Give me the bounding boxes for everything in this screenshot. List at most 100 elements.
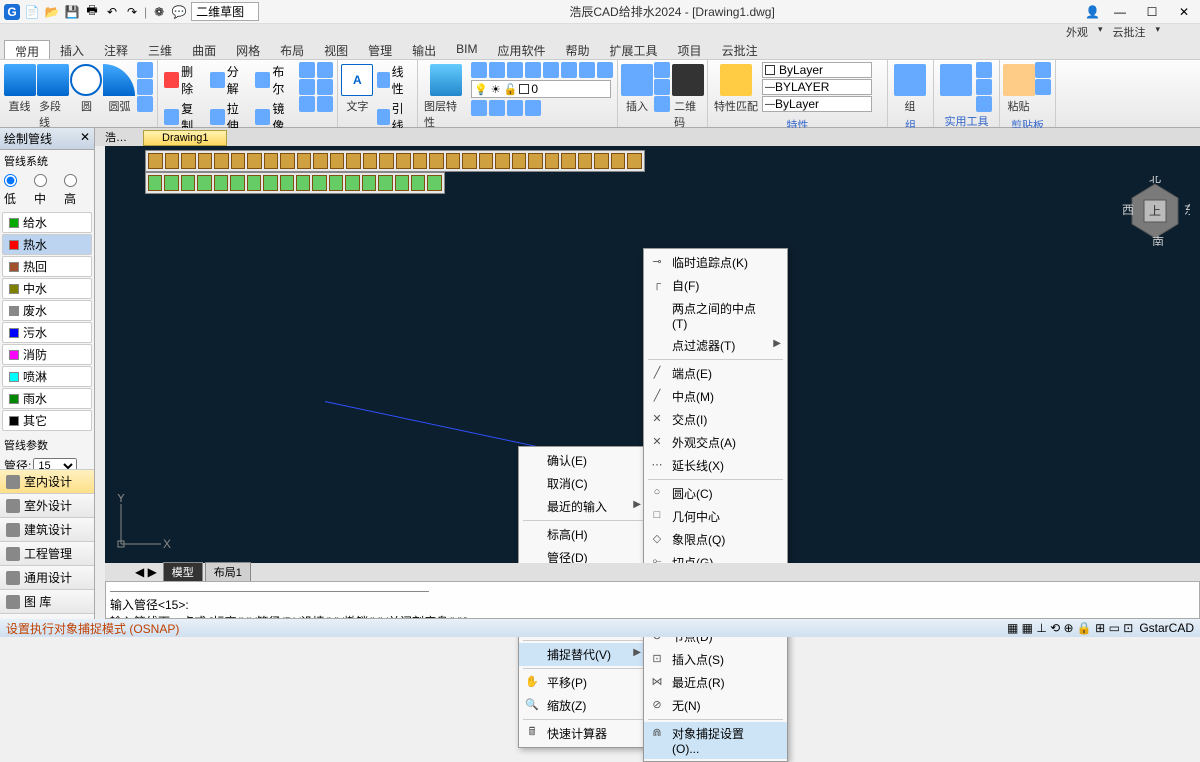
tool-icon[interactable] [545,153,560,169]
tool-icon[interactable] [231,153,246,169]
sn-geocen[interactable]: □几何中心 [644,505,787,528]
bool-button[interactable]: 布尔 [253,62,297,98]
bk1[interactable] [654,62,670,78]
pipe-item[interactable]: 中水 [2,278,92,299]
ribbon-tab-1[interactable]: 插入 [50,40,94,59]
tool-icon[interactable] [214,175,228,191]
ribbon-tab-4[interactable]: 曲面 [182,40,226,59]
ribbon-tab-13[interactable]: 扩展工具 [600,40,668,59]
tool-icon[interactable] [230,175,244,191]
nav-item[interactable]: 通用设计 [0,565,94,589]
ribbon-tab-6[interactable]: 布局 [270,40,314,59]
tool-icon[interactable] [181,153,196,169]
radio-mid[interactable]: 中 [34,174,60,207]
nav-item[interactable]: 图 库 [0,589,94,613]
linear-dim[interactable]: 线性 [375,62,413,98]
cm-recent[interactable]: 最近的输入▶ [519,495,647,518]
print-icon[interactable]: 🖶 [84,4,100,20]
tool-icon[interactable] [164,175,178,191]
tool-icon[interactable] [578,153,593,169]
tool-icon[interactable] [495,153,510,169]
ly5[interactable] [543,62,559,78]
doc-tab[interactable]: Drawing1 [143,130,227,146]
ribbon-tab-15[interactable]: 云批注 [712,40,768,59]
tool-icon[interactable] [363,153,378,169]
undo-icon[interactable]: ↶ [104,4,120,20]
layer-ico[interactable]: ❁ [151,4,167,20]
erase-button[interactable]: 删除 [162,62,206,98]
linetype-combo[interactable]: — ByLayer [762,96,872,112]
sn-end[interactable]: ╱端点(E) [644,362,787,385]
sn-mid[interactable]: ╱中点(M) [644,385,787,408]
tool-icon[interactable] [214,153,229,169]
nav-item[interactable]: 工程管理 [0,541,94,565]
sn-near[interactable]: ⋈最近点(R) [644,671,787,694]
user-icon[interactable]: 👤 [1085,5,1100,19]
tool-icon[interactable] [247,153,262,169]
tool-icon[interactable] [479,153,494,169]
nav-item[interactable]: 室内设计 [0,469,94,493]
panel-close-icon[interactable]: ✕ [80,130,90,147]
workspace-combo[interactable]: 二维草图 [191,2,259,21]
m1[interactable] [299,62,315,78]
model-tab[interactable]: 模型 [163,562,203,582]
ly4[interactable] [525,62,541,78]
tool-icon[interactable] [280,175,294,191]
tool-icon[interactable] [198,153,213,169]
polyline-button[interactable]: 多段线 [37,62,69,132]
chat-icon[interactable]: 💬 [171,4,187,20]
tool-icon[interactable] [427,175,441,191]
tool-icon[interactable] [594,153,609,169]
color-combo[interactable]: ByLayer [762,62,872,78]
explode-button[interactable]: 分解 [208,62,252,98]
tool-icon[interactable] [312,175,326,191]
ribbon-tab-8[interactable]: 管理 [358,40,402,59]
tool-icon[interactable] [148,153,163,169]
tool-icon[interactable] [611,153,626,169]
ly7[interactable] [579,62,595,78]
tool-icon[interactable] [296,175,310,191]
tool-icon[interactable] [346,153,361,169]
floating-toolbar-1[interactable] [145,150,645,172]
pipe-item[interactable]: 其它 [2,410,92,431]
tool-icon[interactable] [627,153,642,169]
tool-icon[interactable] [396,153,411,169]
ly9[interactable] [471,100,487,116]
redo-icon[interactable]: ↷ [124,4,140,20]
cp2[interactable] [1035,79,1051,95]
tool-icon[interactable] [411,175,425,191]
draw-more-1[interactable] [137,62,153,78]
m5[interactable] [317,79,333,95]
ribbon-tab-2[interactable]: 注释 [94,40,138,59]
text-button[interactable]: A文字 [342,62,373,116]
paste-button[interactable]: 粘贴 [1004,62,1033,116]
cm-confirm[interactable]: 确认(E) [519,449,647,472]
cp1[interactable] [1035,62,1051,78]
bk2[interactable] [654,79,670,95]
save-icon[interactable]: 💾 [64,4,80,20]
m6[interactable] [317,96,333,112]
cm-elev[interactable]: 标高(H) [519,523,647,546]
ut2[interactable] [976,79,992,95]
bk3[interactable] [654,96,670,112]
cm-calc[interactable]: 🖩快速计算器 [519,722,647,745]
status-icons[interactable]: ▦ ▦ ⊥ ⟲ ⊕ 🔒 ⊞ ▭ ⊡ [1007,621,1133,635]
radio-high[interactable]: 高 [64,174,90,207]
sn-none[interactable]: ⊘无(N) [644,694,787,717]
ribbon-tab-9[interactable]: 输出 [402,40,446,59]
command-line[interactable]: ⎼⎼⎼⎼⎼⎼⎼⎼⎼⎼⎼⎼⎼⎼⎼⎼⎼⎼⎼⎼⎼⎼⎼⎼⎼⎼⎼⎼⎼ 输入管径<15>: … [105,581,1200,619]
ut3[interactable] [976,96,992,112]
cloud-link[interactable]: 云批注 [1112,24,1145,40]
tool-icon[interactable] [280,153,295,169]
tool-icon[interactable] [395,175,409,191]
tool-icon[interactable] [446,153,461,169]
maximize-button[interactable]: ☐ [1140,2,1164,22]
draw-more-3[interactable] [137,96,153,112]
m3[interactable] [299,96,315,112]
sn-int[interactable]: ✕交点(I) [644,408,787,431]
cm-snap-override[interactable]: 捕捉替代(V)▶ [519,643,647,666]
sn-ext[interactable]: ⋯延长线(X) [644,454,787,477]
sn-ins[interactable]: ⊡插入点(S) [644,648,787,671]
m2[interactable] [299,79,315,95]
m4[interactable] [317,62,333,78]
